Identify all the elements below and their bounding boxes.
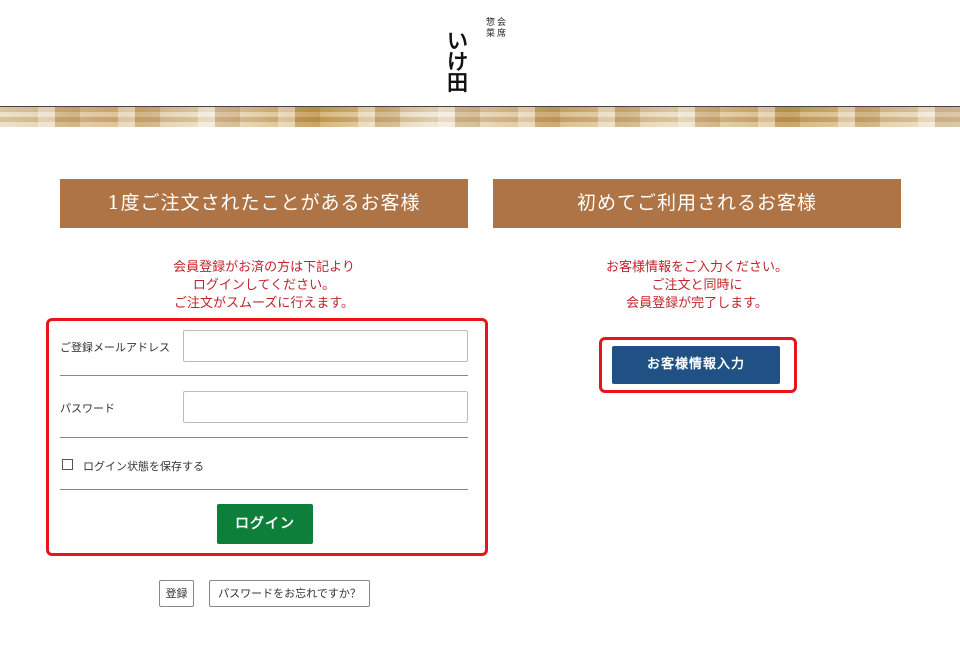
- decorative-pattern-band: [0, 107, 960, 127]
- site-logo[interactable]: いけ田 会席 惣菜: [447, 12, 517, 95]
- new-customer-notice: お客様情報をご入力ください。 ご注文と同時に 会員登録が完了します。: [493, 259, 901, 313]
- notice-line: ご注文と同時に: [651, 278, 743, 293]
- returning-customer-heading: 1度ご注文されたことがあるお客様: [60, 179, 468, 228]
- notice-line: ログインしてください。: [192, 278, 336, 293]
- register-button[interactable]: 登録: [159, 580, 194, 607]
- logo-sub-text-2: 惣菜: [486, 18, 496, 39]
- customer-button-highlight: [599, 337, 797, 393]
- site-header: いけ田 会席 惣菜: [0, 0, 960, 107]
- forgot-password-button[interactable]: パスワードをお忘れですか？: [209, 580, 370, 607]
- notice-line: 会員登録がお済の方は下記より: [173, 260, 355, 275]
- logo-main-text: いけ田: [447, 28, 468, 95]
- returning-customer-notice: 会員登録がお済の方は下記より ログインしてください。 ご注文がスムーズに行えます…: [60, 259, 468, 313]
- new-customer-heading: 初めてご利用されるお客様: [493, 179, 901, 228]
- login-form-highlight: [46, 318, 488, 556]
- notice-line: お客様情報をご入力ください。: [605, 260, 788, 275]
- notice-line: 会員登録が完了します。: [626, 296, 768, 311]
- notice-line: ご注文がスムーズに行えます。: [173, 296, 355, 311]
